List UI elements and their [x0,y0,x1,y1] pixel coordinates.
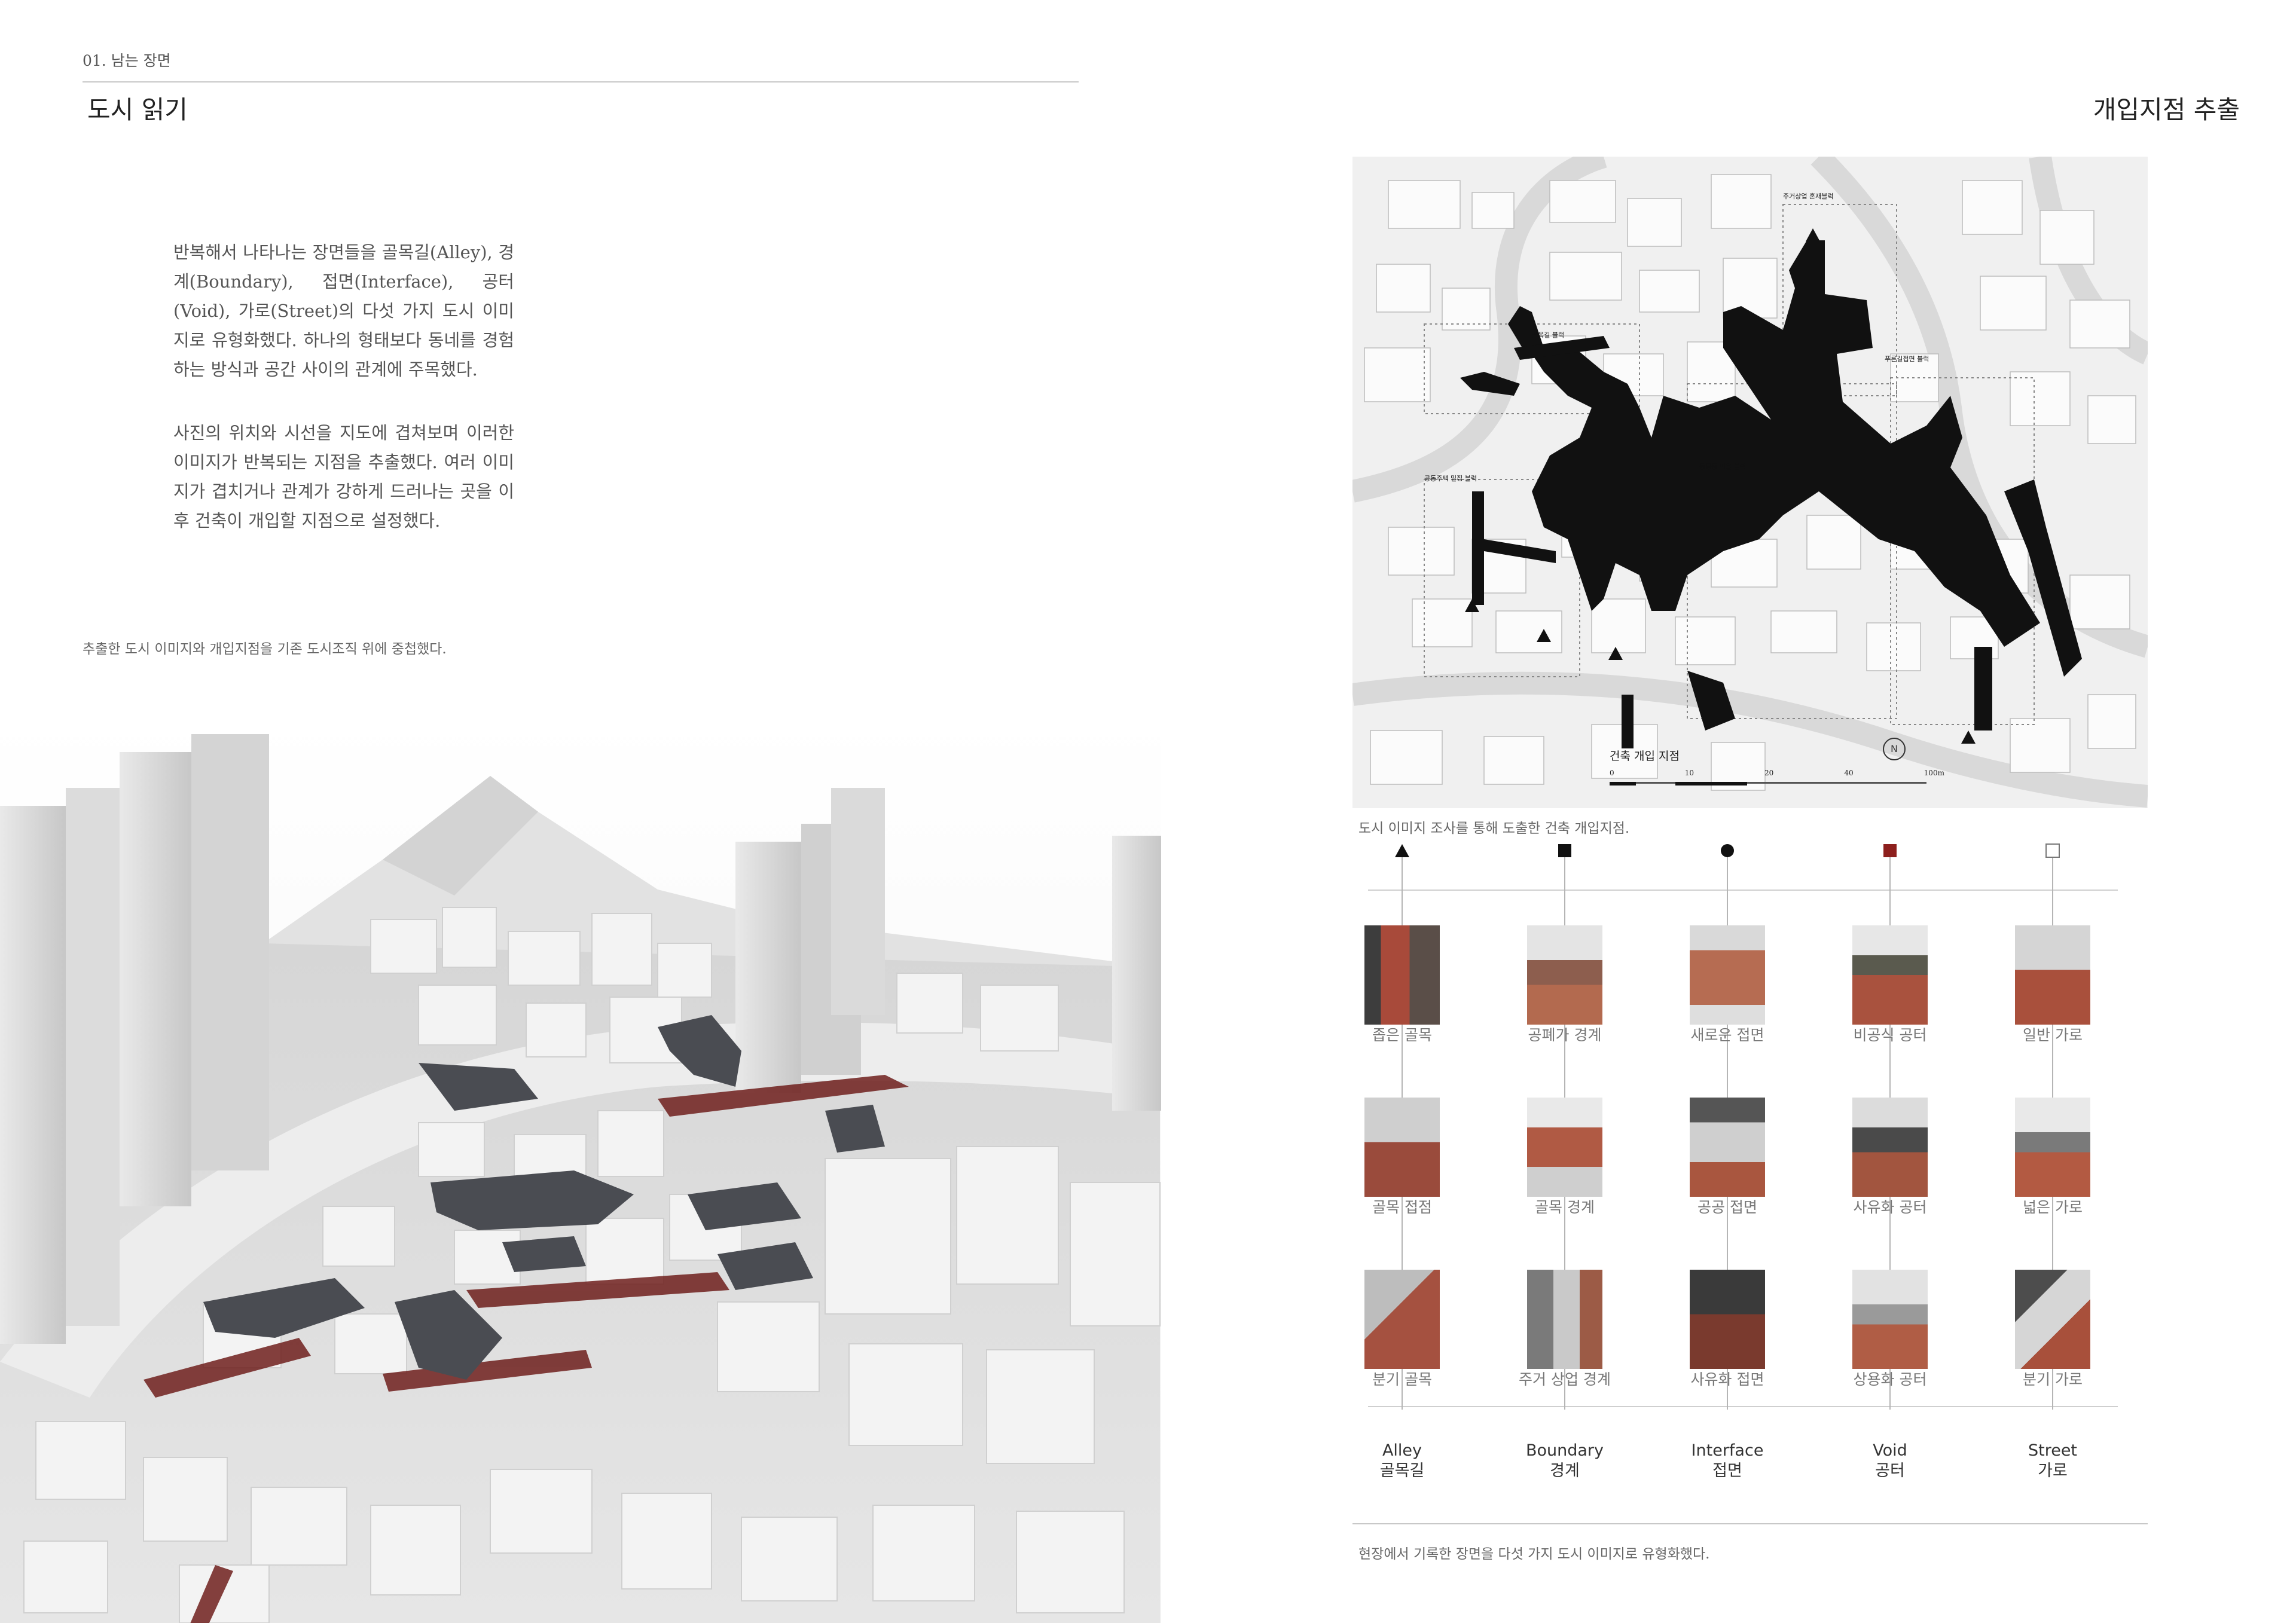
column-title-ko: 공터 [1875,1462,1905,1480]
photo-vacant-boundary [1527,925,1602,1025]
photo-label: 공공 접면 [1697,1199,1757,1216]
photo-wide-street [2015,1098,2090,1197]
photo-branch-street [2015,1270,2090,1369]
site-model-illustration [0,716,1161,1623]
intervention-site-map: 건축 개입 지점 0 10 20 40 100m N 주거상업 혼재블럭 골목길… [1352,157,2148,808]
photo-label: 사유화 공터 [1853,1199,1927,1216]
column-title-en: Void [1873,1441,1907,1460]
photo-narrow-alley [1364,925,1440,1025]
scale-tick: 0 [1610,769,1614,777]
scale-tick: 100m [1923,769,1944,777]
photo-label: 골목 경계 [1535,1199,1595,1216]
column-title-en: Interface [1691,1441,1764,1460]
photo-alley-boundary [1527,1098,1602,1197]
photo-privatized-void [1852,1098,1928,1197]
column-title-ko: 경계 [1550,1462,1580,1480]
photo-commercial-void [1852,1270,1928,1369]
header-divider [83,81,1079,82]
circle-symbol-icon [1721,844,1734,857]
body-paragraph-1: 반복해서 나타나는 장면들을 골목길(Alley), 경계(Boundary),… [173,242,514,380]
open-square-symbol-icon [2045,843,2060,858]
map-block-label: 푸른길접면 블럭 [1885,355,1929,363]
photo-label: 비공식 공터 [1853,1026,1927,1044]
photo-mixed-use-boundary [1527,1270,1602,1369]
site-model-photo [0,716,1161,1623]
map-block-label: 공동주택 밀집 블럭 [1424,475,1477,482]
map-legend-label: 건축 개입 지점 [1610,750,1680,763]
photo-label: 분기 골목 [1372,1371,1432,1388]
photo-label: 사유화 접면 [1690,1371,1764,1388]
photo-label: 상용화 공터 [1853,1371,1927,1388]
matrix-bottom-divider [1352,1523,2148,1524]
photo-alley-junction [1364,1098,1440,1197]
scale-tick: 40 [1844,769,1854,777]
map-scale-ticks: 0 10 20 40 100m [1610,769,1944,777]
caption-matrix: 현장에서 기록한 장면을 다섯 가지 도시 이미지로 유형화했다. [1358,1546,1710,1562]
photo-label: 공폐가 경계 [1528,1026,1602,1044]
photo-label: 분기 가로 [2023,1371,2083,1388]
body-paragraph-2: 사진의 위치와 시선을 지도에 겹쳐보며 이러한 이미지가 반복되는 지점을 추… [173,423,514,531]
photo-label: 일반 가로 [2023,1026,2083,1044]
square-symbol-icon [1558,844,1571,857]
column-title-en: Boundary [1525,1441,1604,1460]
photo-label: 넓은 가로 [2023,1199,2083,1216]
photo-label: 주거 상업 경계 [1519,1371,1611,1388]
photo-label: 골목 접점 [1372,1199,1432,1216]
photo-new-interface [1690,925,1765,1025]
map-block-label: 골목길 블럭 [1532,331,1565,339]
caption-model: 추출한 도시 이미지와 개입지점을 기존 도시조직 위에 중첩했다. [83,641,447,657]
photo-label: 새로운 접면 [1690,1026,1764,1044]
image-type-matrix: 좁은 골목 골목 접점 분기 골목 Alley 골목길 공폐가 경계 골목 경계… [1352,837,2148,1518]
column-title-ko: 접면 [1712,1462,1742,1480]
matrix-column-interface: 새로운 접면 공공 접면 사유화 접면 Interface 접면 [1678,837,1821,1518]
matrix-column-alley: 좁은 골목 골목 접점 분기 골목 Alley 골목길 [1352,837,1496,1518]
matrix-column-boundary: 공폐가 경계 골목 경계 주거 상업 경계 Boundary 경계 [1515,837,1659,1518]
photo-private-interface [1690,1270,1765,1369]
scale-tick: 20 [1764,769,1774,777]
matrix-column-street: 일반 가로 넓은 가로 분기 가로 Street 가로 [2003,837,2147,1518]
photo-label: 좁은 골목 [1372,1026,1432,1044]
map-block-label: 동명동 마을 블럭 [1699,463,1746,470]
column-title-ko: 가로 [2038,1462,2068,1480]
column-title-ko: 골목길 [1379,1462,1425,1480]
photo-branch-alley [1364,1270,1440,1369]
page-title-right: 개입지점 추출 [2093,95,2240,124]
photo-public-interface [1690,1098,1765,1197]
red-square-symbol-icon [1883,844,1897,857]
column-title-en: Alley [1382,1441,1422,1460]
north-arrow-icon: N [1883,738,1906,760]
map-block-label: 주거상업 혼재블럭 [1783,192,1834,200]
column-title-en: Street [2028,1441,2078,1460]
triangle-symbol-icon [1395,844,1409,857]
scale-tick: 10 [1684,769,1694,777]
photo-ordinary-street [2015,925,2090,1025]
matrix-column-void: 비공식 공터 사유화 공터 상용화 공터 Void 공터 [1840,837,1984,1518]
photo-informal-void [1852,925,1928,1025]
caption-map: 도시 이미지 조사를 통해 도출한 건축 개입지점. [1358,821,1630,836]
section-label: 01. 남는 장면 [83,52,171,69]
page-title: 도시 읽기 [87,95,188,124]
